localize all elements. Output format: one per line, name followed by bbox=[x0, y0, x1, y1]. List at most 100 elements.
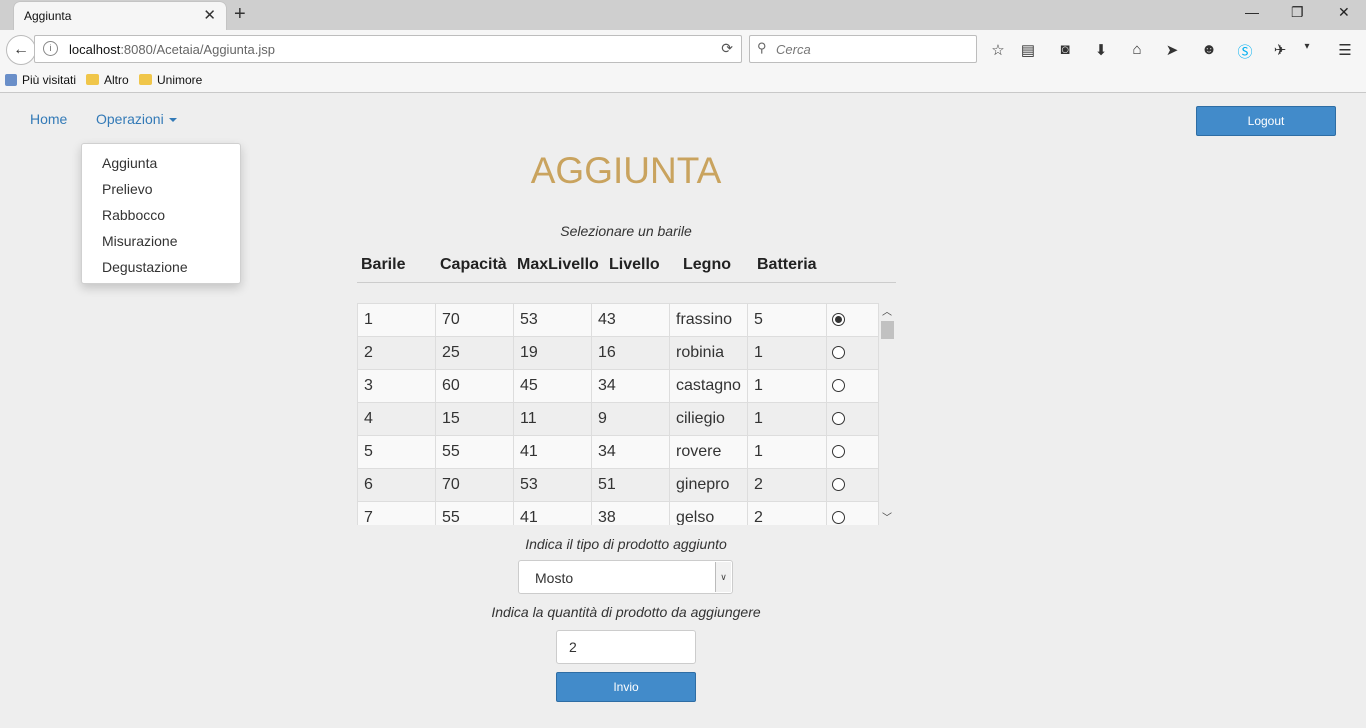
product-type-value: Mosto bbox=[535, 570, 574, 586]
tab-strip: Aggiunta ✕ + — ❐ ✕ bbox=[0, 0, 1366, 30]
page-content: Home Operazioni Logout Aggiunta Prelievo… bbox=[0, 93, 1366, 728]
table-cell: 60 bbox=[435, 369, 514, 403]
table-row[interactable]: 2 25 19 16 robinia 1 bbox=[357, 336, 879, 370]
info-icon[interactable]: i bbox=[43, 41, 58, 56]
table-cell: 34 bbox=[591, 435, 670, 469]
col-header-livello: Livello bbox=[609, 256, 660, 273]
close-window-icon[interactable]: ✕ bbox=[1338, 4, 1350, 21]
table-row[interactable]: 1 70 53 43 frassino 5 bbox=[357, 303, 879, 337]
table-scrollbar[interactable]: ︿ ﹀ bbox=[878, 303, 896, 525]
table-row[interactable]: 7 55 41 38 gelso 2 bbox=[357, 501, 879, 525]
table-cell: 16 bbox=[591, 336, 670, 370]
table-cell: 43 bbox=[591, 303, 670, 337]
send-icon[interactable]: ➤ bbox=[1162, 41, 1182, 59]
bookmark-star-icon[interactable]: ☆ bbox=[988, 41, 1008, 59]
barrel-radio-button[interactable] bbox=[832, 313, 845, 327]
barrel-table-scroll[interactable]: 1 70 53 43 frassino 5 2 25 19 16 robinia 1 3 60 45 34 ca… bbox=[357, 303, 896, 525]
search-bar[interactable]: ⚲ Cerca bbox=[749, 35, 977, 63]
table-cell: 5 bbox=[357, 435, 436, 469]
nav-operazioni-dropdown[interactable]: Operazioni bbox=[96, 111, 177, 127]
browser-tab[interactable]: Aggiunta ✕ bbox=[14, 2, 226, 30]
reload-icon[interactable]: ⟳ bbox=[721, 40, 733, 57]
table-cell: castagno bbox=[669, 369, 748, 403]
col-header-legno: Legno bbox=[683, 256, 731, 273]
tab-title: Aggiunta bbox=[24, 9, 72, 23]
radio-cell bbox=[826, 369, 879, 403]
barrel-radio-button[interactable] bbox=[832, 511, 845, 525]
chevron-down-icon[interactable]: ∨ bbox=[715, 562, 731, 592]
url-bar[interactable]: i localhost:8080/Acetaia/Aggiunta.jsp ⟳ bbox=[34, 35, 742, 63]
barrel-radio-button[interactable] bbox=[832, 346, 845, 360]
extension-icon[interactable]: ✈ bbox=[1270, 41, 1290, 59]
product-type-label: Indica il tipo di prodotto aggiunto bbox=[525, 536, 727, 552]
table-cell: 70 bbox=[435, 468, 514, 502]
barrel-radio-button[interactable] bbox=[832, 412, 845, 426]
table-cell: 53 bbox=[513, 303, 592, 337]
table-row[interactable]: 6 70 53 51 ginepro 2 bbox=[357, 468, 879, 502]
download-icon[interactable]: ⬇ bbox=[1091, 41, 1111, 59]
table-cell: 15 bbox=[435, 402, 514, 436]
table-row[interactable]: 4 15 11 9 ciliegio 1 bbox=[357, 402, 879, 436]
close-tab-icon[interactable]: ✕ bbox=[203, 6, 216, 24]
radio-cell bbox=[826, 435, 879, 469]
chat-icon[interactable]: ☻ bbox=[1199, 41, 1219, 58]
barrel-table: 1 70 53 43 frassino 5 2 25 19 16 robinia 1 3 60 45 34 ca… bbox=[357, 303, 879, 525]
menu-item-rabbocco[interactable]: Rabbocco bbox=[102, 207, 165, 223]
table-cell: 4 bbox=[357, 402, 436, 436]
back-arrow-icon[interactable]: ← bbox=[6, 35, 36, 65]
search-placeholder: Cerca bbox=[776, 42, 811, 57]
table-cell: frassino bbox=[669, 303, 748, 337]
folder-icon bbox=[139, 74, 152, 85]
bookmark-most-visited[interactable]: Più visitati bbox=[5, 73, 76, 87]
new-tab-icon[interactable]: + bbox=[234, 3, 246, 26]
logout-button[interactable]: Logout bbox=[1196, 106, 1336, 136]
table-cell: 25 bbox=[435, 336, 514, 370]
scroll-up-icon[interactable]: ︿ bbox=[882, 303, 892, 318]
table-row[interactable]: 5 55 41 34 rovere 1 bbox=[357, 435, 879, 469]
skype-icon[interactable]: Ⓢ bbox=[1235, 41, 1255, 62]
table-cell: 38 bbox=[591, 501, 670, 525]
home-icon[interactable]: ⌂ bbox=[1127, 41, 1147, 58]
caret-down-icon bbox=[168, 118, 177, 123]
menu-icon[interactable]: ☰ bbox=[1335, 41, 1355, 59]
table-cell: 9 bbox=[591, 402, 670, 436]
bookmark-folder-unimore[interactable]: Unimore bbox=[139, 73, 202, 87]
scroll-thumb[interactable] bbox=[881, 321, 894, 339]
nav-home-link[interactable]: Home bbox=[30, 111, 67, 127]
submit-button[interactable]: Invio bbox=[556, 672, 696, 702]
col-header-barile: Barile bbox=[361, 256, 406, 273]
table-cell: 45 bbox=[513, 369, 592, 403]
table-cell: ciliegio bbox=[669, 402, 748, 436]
restore-icon[interactable]: ❐ bbox=[1291, 4, 1304, 21]
barrel-radio-button[interactable] bbox=[832, 478, 845, 492]
table-cell: 2 bbox=[357, 336, 436, 370]
table-cell: 1 bbox=[747, 369, 827, 403]
product-type-select[interactable]: Mosto ∨ bbox=[518, 560, 733, 594]
pocket-icon[interactable]: ◙ bbox=[1055, 41, 1075, 58]
bookmarks-bar: Più visitati Altro Unimore bbox=[0, 68, 1366, 93]
page-title: AGGIUNTA bbox=[530, 150, 722, 191]
minimize-icon[interactable]: — bbox=[1245, 4, 1259, 20]
table-cell: 1 bbox=[747, 402, 827, 436]
table-cell: 2 bbox=[747, 501, 827, 525]
col-header-batteria: Batteria bbox=[757, 256, 817, 273]
radio-cell bbox=[826, 468, 879, 502]
header-divider bbox=[357, 282, 896, 283]
barrel-radio-button[interactable] bbox=[832, 445, 845, 459]
chevron-down-icon[interactable]: ▾ bbox=[1297, 41, 1317, 52]
quantity-input[interactable] bbox=[556, 630, 696, 664]
scroll-down-icon[interactable]: ﹀ bbox=[882, 509, 892, 524]
menu-item-degustazione[interactable]: Degustazione bbox=[102, 259, 188, 275]
table-cell: 41 bbox=[513, 501, 592, 525]
table-cell: gelso bbox=[669, 501, 748, 525]
table-cell: 3 bbox=[357, 369, 436, 403]
radio-cell bbox=[826, 501, 879, 525]
radio-cell bbox=[826, 336, 879, 370]
table-cell: 7 bbox=[357, 501, 436, 525]
bookmark-folder-altro[interactable]: Altro bbox=[86, 73, 129, 87]
table-cell: 2 bbox=[747, 468, 827, 502]
table-cell: 51 bbox=[591, 468, 670, 502]
barrel-radio-button[interactable] bbox=[832, 379, 845, 393]
table-row[interactable]: 3 60 45 34 castagno 1 bbox=[357, 369, 879, 403]
reading-list-icon[interactable]: ▤ bbox=[1018, 41, 1038, 59]
